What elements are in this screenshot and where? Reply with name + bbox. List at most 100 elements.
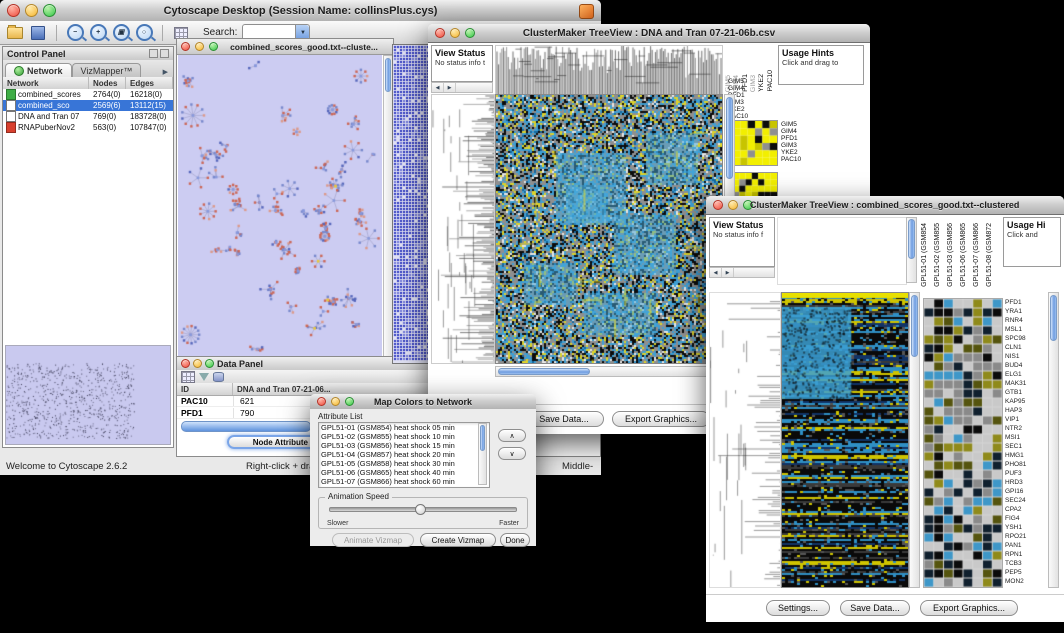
attribute-listbox[interactable]: GPL51-01 (GSM854) heat shock 05 minGPL51… (318, 422, 490, 488)
view-status-hscrollbar[interactable]: ◀ ▶ (709, 267, 775, 278)
export-graphics-button[interactable]: Export Graphics... (612, 411, 710, 427)
col-edges: Edges (126, 77, 173, 89)
network-row[interactable]: RNAPuberNov2 563(0) 107847(0) (3, 122, 173, 133)
array-column-labels: GPL51-01 (GSM854GPL51-02 (GSM855GPL51-03… (921, 217, 1001, 287)
move-down-button[interactable]: ∨ (498, 447, 526, 460)
zoom-out-icon[interactable]: − (66, 24, 84, 42)
hscroll-thumb[interactable] (498, 368, 590, 375)
network-row[interactable]: DNA and Tran 07 769(0) 183728(0) (3, 111, 173, 122)
save-session-icon[interactable] (29, 24, 47, 42)
open-session-icon[interactable] (6, 24, 24, 42)
correlation-matrix-1-canvas[interactable] (732, 120, 778, 166)
network-view-canvas[interactable] (178, 55, 382, 359)
toolbar-separator (56, 25, 57, 41)
network-row[interactable]: combined_sco 2569(6) 13112(15) (3, 100, 173, 111)
gene-label: GIM5 (781, 121, 825, 128)
network-overview-panel[interactable] (5, 345, 171, 445)
close-panel-icon[interactable] (160, 49, 169, 58)
gene-label: HRD3 (1005, 478, 1045, 487)
vscroll-thumb[interactable] (385, 58, 391, 92)
move-up-button[interactable]: ∧ (498, 429, 526, 442)
status-left: Welcome to Cytoscape 2.6.2 (6, 461, 127, 472)
vscroll-thumb[interactable] (480, 425, 485, 451)
row-dendrogram-canvas[interactable] (431, 94, 495, 364)
zoom-heatmap-canvas[interactable] (923, 298, 1003, 588)
main-title-bar[interactable]: Cytoscape Desktop (Session Name: collins… (0, 0, 601, 22)
network-overview-canvas[interactable] (6, 346, 170, 442)
close-frame-button[interactable] (181, 42, 190, 51)
attribute-item[interactable]: GPL51-02 (GSM855) heat shock 10 min (319, 432, 489, 441)
vscroll-thumb[interactable] (908, 219, 915, 259)
minimize-frame-button[interactable] (195, 42, 204, 51)
view-status-hscrollbar[interactable]: ◀ ▶ (431, 82, 493, 93)
network-view-window: combined_scores_good.txt--cluste... (176, 38, 394, 362)
slider-thumb[interactable] (415, 504, 426, 515)
treeview-dna-title-bar[interactable]: ClusterMaker TreeView : DNA and Tran 07-… (428, 24, 870, 43)
gene-label: PFD1 (1005, 298, 1045, 307)
database-icon[interactable] (213, 372, 224, 382)
heatmap-strip-canvas[interactable] (781, 292, 909, 588)
control-panel: Control Panel Network VizMapper™ ▶ Netwo… (2, 46, 174, 448)
save-data-button[interactable]: Save Data... (840, 600, 910, 616)
network-view-title-bar[interactable]: combined_scores_good.txt--cluste... (177, 39, 393, 55)
attribute-item[interactable]: GPL51-07 (GSM866) heat shock 60 min (319, 477, 489, 486)
scroll-left-icon[interactable]: ◀ (710, 268, 722, 277)
vscroll-thumb[interactable] (911, 295, 918, 357)
tab-network[interactable]: Network (5, 63, 72, 78)
gene-label: YSH1 (1005, 523, 1045, 532)
vscroll-thumb[interactable] (726, 97, 733, 179)
attribute-item[interactable]: GPL51-03 (GSM856) heat shock 15 min (319, 441, 489, 450)
vscroll-thumb[interactable] (1050, 295, 1057, 341)
frame-lights (181, 39, 218, 54)
settings-button[interactable]: Settings... (766, 600, 830, 616)
tab-vizmapper[interactable]: VizMapper™ (72, 63, 142, 78)
close-frame-button[interactable] (181, 359, 190, 368)
column-dendrogram-canvas[interactable] (495, 45, 723, 95)
zoom-fit-icon[interactable]: ○ (135, 24, 153, 42)
data-panel-hscroll-thumb[interactable] (181, 421, 311, 432)
export-graphics-button[interactable]: Export Graphics... (920, 600, 1018, 616)
gene-label: PUF3 (1005, 469, 1045, 478)
tab-network-label: Network (27, 66, 63, 76)
attribute-item[interactable]: GPL51-06 (GSM865) heat shock 40 min (319, 468, 489, 477)
animate-vizmap-button[interactable]: Animate Vizmap (332, 533, 414, 547)
zoom-in-icon[interactable]: + (89, 24, 107, 42)
control-panel-title-bar[interactable]: Control Panel (3, 47, 173, 61)
network-row[interactable]: combined_scores 2764(0) 16218(0) (3, 89, 173, 100)
zoom-selected-icon[interactable]: ▣ (112, 24, 130, 42)
heatmap-hscrollbar[interactable] (495, 366, 723, 377)
done-button[interactable]: Done (500, 533, 530, 547)
create-vizmap-button[interactable]: Create Vizmap (420, 533, 496, 547)
view-status-title: View Status (713, 220, 771, 230)
save-data-button[interactable]: Save Data... (524, 411, 604, 427)
gene-label: PEP5 (1005, 568, 1045, 577)
usage-hints-title: Usage Hi (1007, 220, 1057, 230)
network-table: combined_scores 2764(0) 16218(0) combine… (3, 89, 173, 133)
gene-label: BUD4 (1005, 361, 1045, 370)
row-dendrogram-canvas[interactable] (709, 292, 781, 588)
attribute-item[interactable]: GPL51-01 (GSM854) heat shock 05 min (319, 423, 489, 432)
treeview-combined-title-bar[interactable]: ClusterMaker TreeView : combined_scores_… (706, 196, 1064, 215)
main-window-title: Cytoscape Desktop (Session Name: collins… (0, 0, 601, 21)
gene-list-vscrollbar[interactable] (1048, 292, 1059, 588)
zoom-frame-button[interactable] (205, 359, 214, 368)
zoom-frame-button[interactable] (209, 42, 218, 51)
gene-label: GIM5 (728, 78, 772, 85)
attribute-list-vscrollbar[interactable] (478, 423, 487, 485)
column-header-vscrollbar[interactable] (906, 217, 917, 283)
float-panel-icon[interactable] (149, 49, 158, 58)
dialog-title-bar[interactable]: Map Colors to Network (310, 394, 536, 410)
scroll-left-icon[interactable]: ◀ (432, 83, 444, 92)
control-panel-title: Control Panel (7, 49, 66, 59)
heatmap-canvas[interactable] (495, 94, 723, 364)
map-colors-dialog: Map Colors to Network Attribute List GPL… (310, 394, 536, 546)
filter-icon[interactable] (199, 373, 209, 381)
scroll-right-icon[interactable]: ▶ (722, 268, 734, 277)
minimize-frame-button[interactable] (193, 359, 202, 368)
attribute-select-icon[interactable] (181, 371, 195, 383)
magnifier-plus-icon: + (90, 24, 107, 41)
heatmap-vscrollbar[interactable] (909, 292, 920, 588)
scroll-right-icon[interactable]: ▶ (444, 83, 456, 92)
attribute-item[interactable]: GPL51-05 (GSM858) heat shock 30 min (319, 459, 489, 468)
attribute-item[interactable]: GPL51-04 (GSM857) heat shock 20 min (319, 450, 489, 459)
